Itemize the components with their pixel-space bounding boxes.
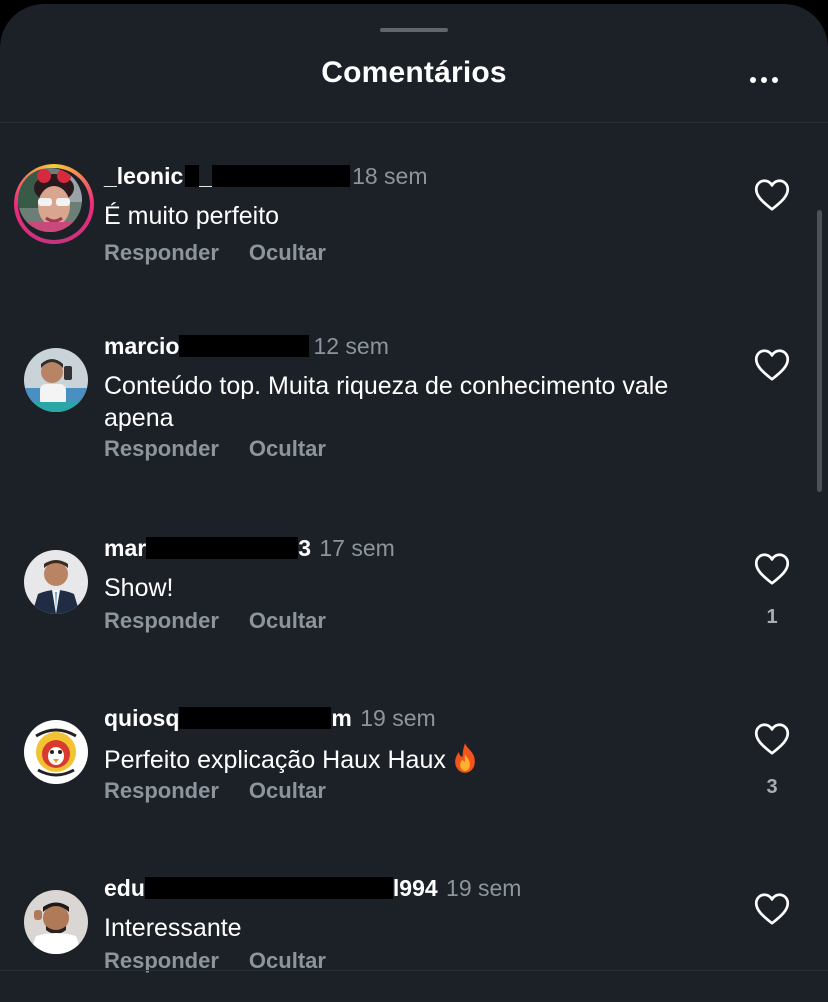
- scrollbar[interactable]: [817, 210, 822, 492]
- comment-text: Conteúdo top. Muita riqueza de conhecime…: [104, 372, 669, 432]
- hide-button[interactable]: Ocultar: [249, 436, 326, 461]
- like-count[interactable]: 1: [752, 606, 792, 629]
- sheet-grabber-handle[interactable]: [380, 28, 448, 32]
- redaction-block: [179, 707, 332, 729]
- avatar-with-story-ring[interactable]: [14, 164, 94, 244]
- heart-icon[interactable]: [754, 552, 790, 586]
- avatar[interactable]: [24, 550, 88, 614]
- comment-actions: Responder Ocultar: [104, 948, 356, 978]
- page-title: Comentários: [321, 56, 507, 89]
- username[interactable]: edu l994: [104, 875, 438, 901]
- comment-text: Interessante: [104, 914, 242, 942]
- bottom-divider: [0, 970, 828, 971]
- reply-button[interactable]: Responder: [104, 608, 219, 633]
- reply-button[interactable]: Responder: [104, 240, 219, 265]
- comment-time: 17 sem: [319, 535, 395, 561]
- avatar-image: [18, 168, 82, 232]
- avatar-image: [24, 348, 88, 412]
- avatar[interactable]: [24, 890, 88, 954]
- fire-emoji-icon: [455, 743, 475, 773]
- username[interactable]: _leonic _: [104, 163, 351, 189]
- avatar[interactable]: [24, 720, 88, 784]
- comments-sheet: Comentários _leonic _ 18 sem É muito per…: [0, 4, 828, 1002]
- reply-button[interactable]: Responder: [104, 778, 219, 803]
- redaction-block: [146, 537, 299, 559]
- comment-text: É muito perfeito: [104, 202, 280, 230]
- header-divider: [0, 122, 828, 123]
- avatar-image: [24, 890, 88, 954]
- comment-meta: _leonic _ 18 sem: [104, 162, 428, 190]
- username[interactable]: mar 3: [104, 535, 311, 561]
- comment-actions: Responder Ocultar: [104, 608, 356, 638]
- comment-meta: marcio 12 sem: [104, 332, 389, 360]
- redaction-block: [144, 877, 393, 899]
- comment-meta: mar 3 17 sem: [104, 534, 395, 562]
- avatar-image: [24, 550, 88, 614]
- comment-actions: Responder Ocultar: [104, 240, 356, 270]
- redaction-block: [212, 165, 351, 187]
- comment-meta: quiosq m 19 sem: [104, 704, 436, 732]
- avatar-image: [24, 720, 88, 784]
- comment-time: 18 sem: [352, 163, 428, 189]
- hide-button[interactable]: Ocultar: [249, 608, 326, 633]
- heart-icon[interactable]: [754, 348, 790, 382]
- comment-time: 12 sem: [313, 333, 389, 359]
- comment-meta: edu l994 19 sem: [104, 874, 521, 902]
- comment-time: 19 sem: [446, 875, 522, 901]
- comment-text: Show!: [104, 574, 174, 602]
- username[interactable]: marcio: [104, 333, 310, 359]
- hide-button[interactable]: Ocultar: [249, 778, 326, 803]
- heart-icon[interactable]: [754, 178, 790, 212]
- comment-actions: Responder Ocultar: [104, 436, 356, 466]
- reply-button[interactable]: Responder: [104, 436, 219, 461]
- redaction-block: [179, 335, 310, 357]
- redaction-block: [185, 165, 200, 187]
- heart-icon[interactable]: [754, 722, 790, 756]
- more-horizontal-icon[interactable]: [744, 62, 784, 98]
- hide-button[interactable]: Ocultar: [249, 240, 326, 265]
- username[interactable]: quiosq m: [104, 705, 352, 731]
- avatar[interactable]: [24, 348, 88, 412]
- comment-time: 19 sem: [360, 705, 436, 731]
- comment-actions: Responder Ocultar: [104, 778, 356, 808]
- like-count[interactable]: 3: [752, 776, 792, 799]
- heart-icon[interactable]: [754, 892, 790, 926]
- comment-text: Perfeito explicação Haux Haux: [104, 742, 724, 776]
